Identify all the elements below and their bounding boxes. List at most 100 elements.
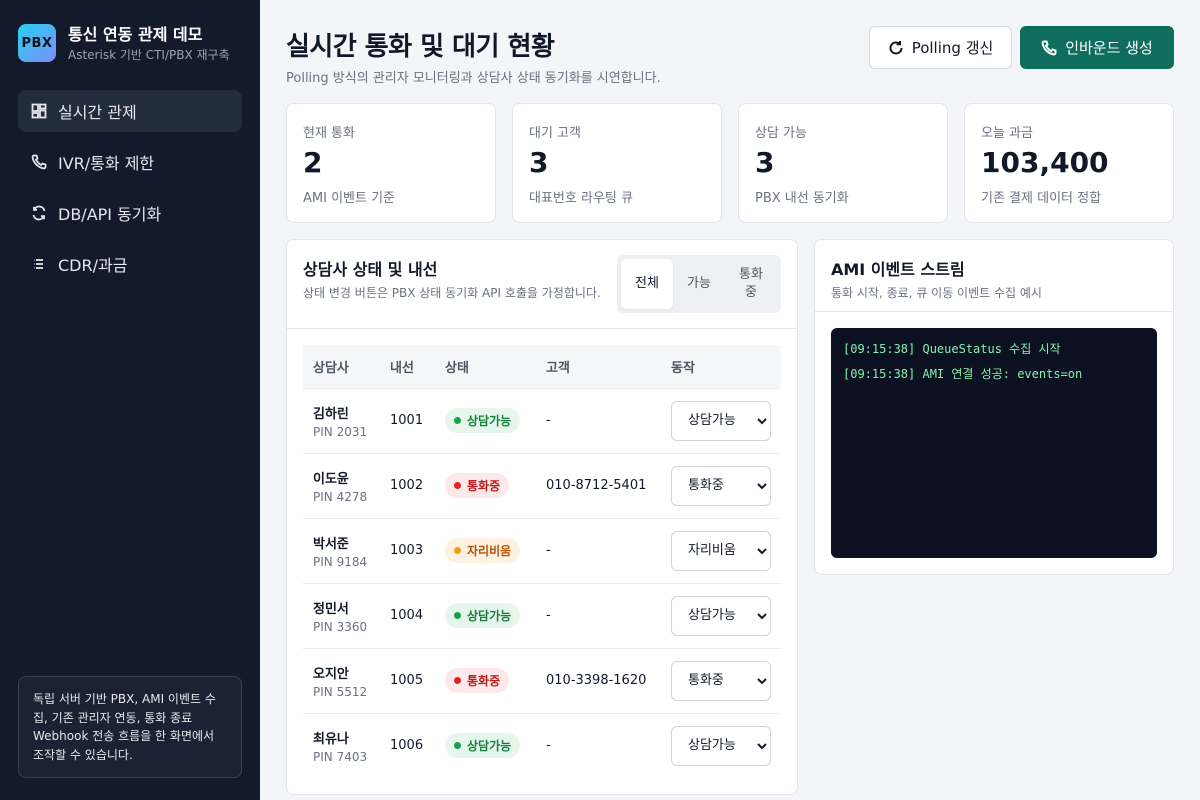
status-badge-label: 상담가능 (467, 609, 512, 623)
status-select[interactable]: 상담가능통화중자리비움 (671, 530, 771, 571)
table-row: 김하린 PIN 2031 1001 상담가능 -상담가능통화중자리비움 (303, 387, 781, 453)
status-cell: 자리비움 (435, 517, 536, 583)
action-cell: 상담가능통화중자리비움 (661, 387, 781, 453)
brand-subtitle: Asterisk 기반 CTI/PBX 재구축 (68, 47, 230, 62)
stat-card-waiting: 대기 고객 3 대표번호 라우팅 큐 (512, 103, 722, 223)
status-badge-label: 통화중 (467, 674, 501, 688)
status-badge: 상담가능 (445, 603, 521, 628)
stat-value: 3 (755, 146, 775, 179)
inbound-create-button[interactable]: 인바운드 생성 (1020, 26, 1174, 69)
status-cell: 통화중 (435, 452, 536, 518)
status-dot-icon (454, 742, 461, 750)
sidebar-item-sync[interactable]: DB/API 동기화 (18, 192, 242, 234)
sidebar-item-label: DB/API 동기화 (58, 205, 162, 224)
sidebar-item-monitoring[interactable]: 실시간 관제 (18, 90, 242, 132)
inbound-create-label: 인바운드 생성 (1065, 39, 1153, 57)
column-header-action: 동작 (661, 345, 781, 388)
status-select[interactable]: 상담가능통화중자리비움 (671, 465, 771, 506)
extension-cell: 1006 (380, 712, 435, 778)
pbx-logo: PBX (18, 24, 56, 62)
agent-cell: 김하린 PIN 2031 (303, 387, 380, 453)
event-log-line: [09:15:38] QueueStatus 수집 시작 (843, 342, 1061, 356)
agent-pin: PIN 3360 (313, 619, 368, 634)
status-cell: 통화중 (435, 647, 536, 713)
extension-cell: 1005 (380, 647, 435, 713)
filter-tab-available[interactable]: 가능 (673, 259, 725, 309)
status-select[interactable]: 상담가능통화중자리비움 (671, 725, 771, 766)
status-badge-label: 자리비움 (467, 544, 512, 558)
dashboard-icon (30, 102, 48, 120)
status-badge-label: 상담가능 (467, 414, 512, 428)
customer-cell: - (536, 517, 661, 583)
extension-cell: 1003 (380, 517, 435, 583)
agent-cell: 이도윤 PIN 4278 (303, 452, 380, 518)
page-subtitle: Polling 방식의 관리자 모니터링과 상담사 상태 동기화를 시연합니다. (286, 71, 661, 86)
sidebar-item-label: IVR/통화 제한 (58, 154, 155, 173)
status-cell: 상담가능 (435, 387, 536, 453)
status-dot-icon (454, 547, 461, 554)
refresh-icon (889, 40, 903, 54)
agent-cell: 오지안 PIN 5512 (303, 647, 380, 713)
extension-cell: 1001 (380, 387, 435, 453)
status-badge: 상담가능 (445, 733, 521, 759)
ami-event-console[interactable]: [09:15:38] QueueStatus 수집 시작 [09:15:38] … (831, 328, 1157, 558)
list-icon (30, 255, 48, 273)
stat-card-active-calls: 현재 통화 2 AMI 이벤트 기준 (286, 103, 496, 223)
agent-name: 이도윤 (313, 471, 349, 487)
stat-label: 현재 통화 (303, 126, 355, 141)
action-cell: 상담가능통화중자리비움 (661, 517, 781, 583)
extension-cell: 1004 (380, 582, 435, 648)
table-row: 박서준 PIN 9184 1003 자리비움 -상담가능통화중자리비움 (303, 517, 781, 583)
status-cell: 상담가능 (435, 712, 536, 778)
status-select[interactable]: 상담가능통화중자리비움 (671, 400, 771, 441)
column-header-extension: 내선 (380, 345, 435, 388)
status-badge: 통화중 (445, 668, 510, 693)
status-dot-icon (454, 482, 461, 489)
stat-card-available: 상담 가능 3 PBX 내선 동기화 (738, 103, 948, 223)
ami-events-header: AMI 이벤트 스트림 통화 시작, 종료, 큐 이동 이벤트 수집 예시 (815, 240, 1173, 312)
agent-pin: PIN 4278 (313, 489, 368, 504)
status-cell: 상담가능 (435, 582, 536, 648)
polling-refresh-button[interactable]: Polling 갱신 (869, 26, 1012, 69)
agents-table-body: 김하린PIN 20311001상담가능-상담가능통화중자리비움이도윤PIN 42… (303, 387, 781, 778)
stat-desc: AMI 이벤트 기준 (303, 191, 396, 206)
status-badge: 통화중 (445, 473, 510, 498)
agent-pin: PIN 5512 (313, 684, 368, 699)
table-row: 정민서 PIN 3360 1004 상담가능 -상담가능통화중자리비움 (303, 582, 781, 648)
status-dot-icon (454, 417, 461, 424)
customer-cell: - (536, 582, 661, 648)
action-cell: 상담가능통화중자리비움 (661, 452, 781, 518)
table-row: 이도윤 PIN 4278 1002 통화중 010-8712-5401상담가능통화중자리… (303, 452, 781, 518)
agents-table: 상담사 내선 상태 고객 동작 김하린 PIN 2031 1001 상담가능 - 상담가능… (303, 345, 781, 778)
sidebar: PBX 통신 연동 관제 데모 Asterisk 기반 CTI/PBX 재구축 … (0, 0, 260, 800)
page-title: 실시간 통화 및 대기 현황 (286, 32, 555, 62)
status-badge-label: 상담가능 (467, 739, 512, 754)
action-cell: 상담가능통화중자리비움 (661, 582, 781, 648)
stat-label: 상담 가능 (755, 126, 807, 141)
stat-value: 2 (303, 146, 323, 179)
table-row: 오지안 PIN 5512 1005 통화중 010-3398-1620상담가능통화중자리… (303, 647, 781, 713)
agent-cell: 최유나 PIN 7403 (303, 712, 380, 778)
sidebar-item-cdr[interactable]: CDR/과금 (18, 243, 242, 285)
filter-tab-busy[interactable]: 통화중 (725, 259, 777, 309)
stat-desc: 기존 결제 데이터 정합 (981, 191, 1102, 206)
status-badge: 상담가능 (445, 408, 521, 433)
status-dot-icon (454, 677, 461, 684)
status-select[interactable]: 상담가능통화중자리비움 (671, 595, 771, 636)
filter-tab-all[interactable]: 전체 (621, 259, 673, 309)
agents-panel-subtitle: 상태 변경 버튼은 PBX 상태 동기화 API 호출을 가정합니다. (303, 286, 601, 300)
customer-cell: 010-8712-5401 (536, 452, 661, 518)
phone-icon (1041, 40, 1057, 55)
stat-label: 대기 고객 (529, 126, 581, 141)
status-badge-label: 통화중 (467, 479, 501, 493)
status-select[interactable]: 상담가능통화중자리비움 (671, 660, 771, 701)
customer-cell: - (536, 387, 661, 453)
status-dot-icon (454, 612, 461, 619)
action-cell: 상담가능통화중자리비움 (661, 712, 781, 778)
agents-panel: 상담사 상태 및 내선 상태 변경 버튼은 PBX 상태 동기화 API 호출을… (286, 239, 798, 795)
agents-panel-header: 상담사 상태 및 내선 상태 변경 버튼은 PBX 상태 동기화 API 호출을… (287, 240, 797, 329)
sidebar-item-ivr[interactable]: IVR/통화 제한 (18, 141, 242, 183)
agent-pin: PIN 9184 (313, 554, 368, 569)
brand-title: 통신 연동 관제 데모 (68, 24, 203, 44)
polling-refresh-label: Polling 갱신 (911, 39, 994, 57)
